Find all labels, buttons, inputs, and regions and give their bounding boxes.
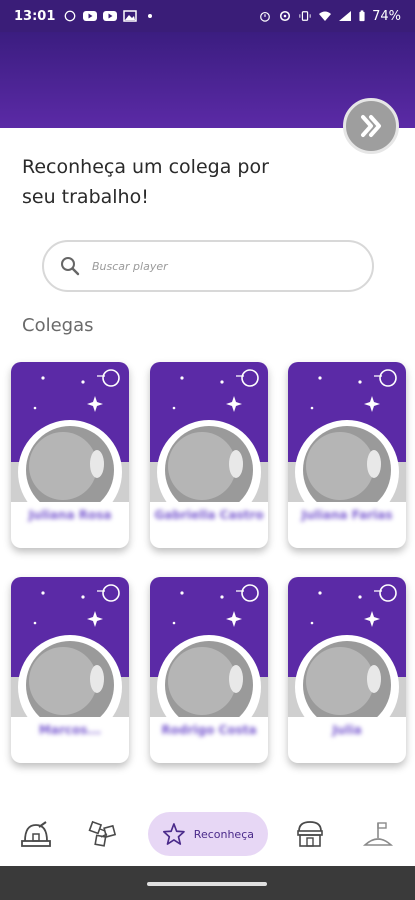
star-icon [163, 823, 185, 845]
whatsapp-icon [65, 10, 76, 22]
data-saver-icon [280, 10, 291, 22]
colleague-name: Juliana Rosa [28, 508, 112, 522]
colleague-card[interactable]: Juliana Farias [288, 362, 406, 548]
battery-icon [359, 10, 365, 22]
status-bar: 13:01 74% [0, 0, 415, 32]
dot-icon [148, 14, 153, 18]
alarm-icon [260, 11, 270, 22]
satellites-icon [88, 820, 117, 847]
nav-store[interactable] [288, 812, 332, 856]
store-icon [297, 821, 323, 847]
nav-reconheca[interactable]: Reconheça [148, 812, 268, 856]
gesture-bar [0, 866, 415, 900]
colleague-card[interactable]: Gabriella Castro [150, 362, 268, 548]
wifi-icon [319, 11, 332, 21]
image-icon [123, 10, 138, 22]
moon-flag-icon [362, 822, 394, 846]
status-time: 13:01 [14, 8, 56, 24]
astronaut-illustration [11, 577, 129, 737]
astronaut-illustration [150, 362, 268, 522]
battery-level: 74% [372, 8, 401, 24]
notification-icons [63, 10, 157, 22]
nav-satellites[interactable] [82, 812, 126, 856]
colleague-card[interactable]: Juliana Rosa [11, 362, 129, 548]
astronaut-illustration [288, 577, 406, 737]
colleague-card[interactable]: Julia [288, 577, 406, 763]
colleague-card[interactable]: Rodrigo Costa [150, 577, 268, 763]
colleague-name: Juliana Farias [301, 508, 393, 522]
astronaut-illustration [150, 577, 268, 737]
colleague-name: Julia [332, 723, 362, 737]
nav-moon[interactable] [356, 812, 400, 856]
observatory-icon [21, 821, 51, 847]
system-icons: 74% [258, 9, 401, 24]
search-icon [61, 257, 80, 276]
search-input[interactable] [92, 259, 332, 273]
page-title-line-2: seu trabalho! [22, 186, 149, 208]
section-title: Colegas [22, 315, 94, 336]
colleague-card[interactable]: Marcos... [11, 577, 129, 763]
colleague-name: Marcos... [38, 723, 102, 737]
colleague-name: Gabriella Castro [154, 508, 264, 522]
nav-reconheca-label: Reconheça [193, 827, 254, 841]
youtube-icon [103, 11, 118, 21]
astronaut-illustration [288, 362, 406, 522]
vibrate-icon [299, 11, 311, 21]
page-title: Reconheça um colega por seu trabalho! [22, 152, 322, 212]
next-button[interactable] [343, 98, 399, 154]
nav-observatory[interactable] [14, 812, 58, 856]
youtube-icon [83, 11, 98, 21]
home-indicator[interactable] [147, 882, 267, 886]
bottom-navigation: Reconheça [0, 800, 415, 866]
astronaut-illustration [11, 362, 129, 522]
double-chevron-right-icon [361, 115, 381, 137]
signal-icon [339, 11, 352, 21]
colleague-name: Rodrigo Costa [161, 723, 257, 737]
search-bar[interactable] [42, 240, 374, 292]
page-title-line-1: Reconheça um colega por [22, 156, 269, 178]
